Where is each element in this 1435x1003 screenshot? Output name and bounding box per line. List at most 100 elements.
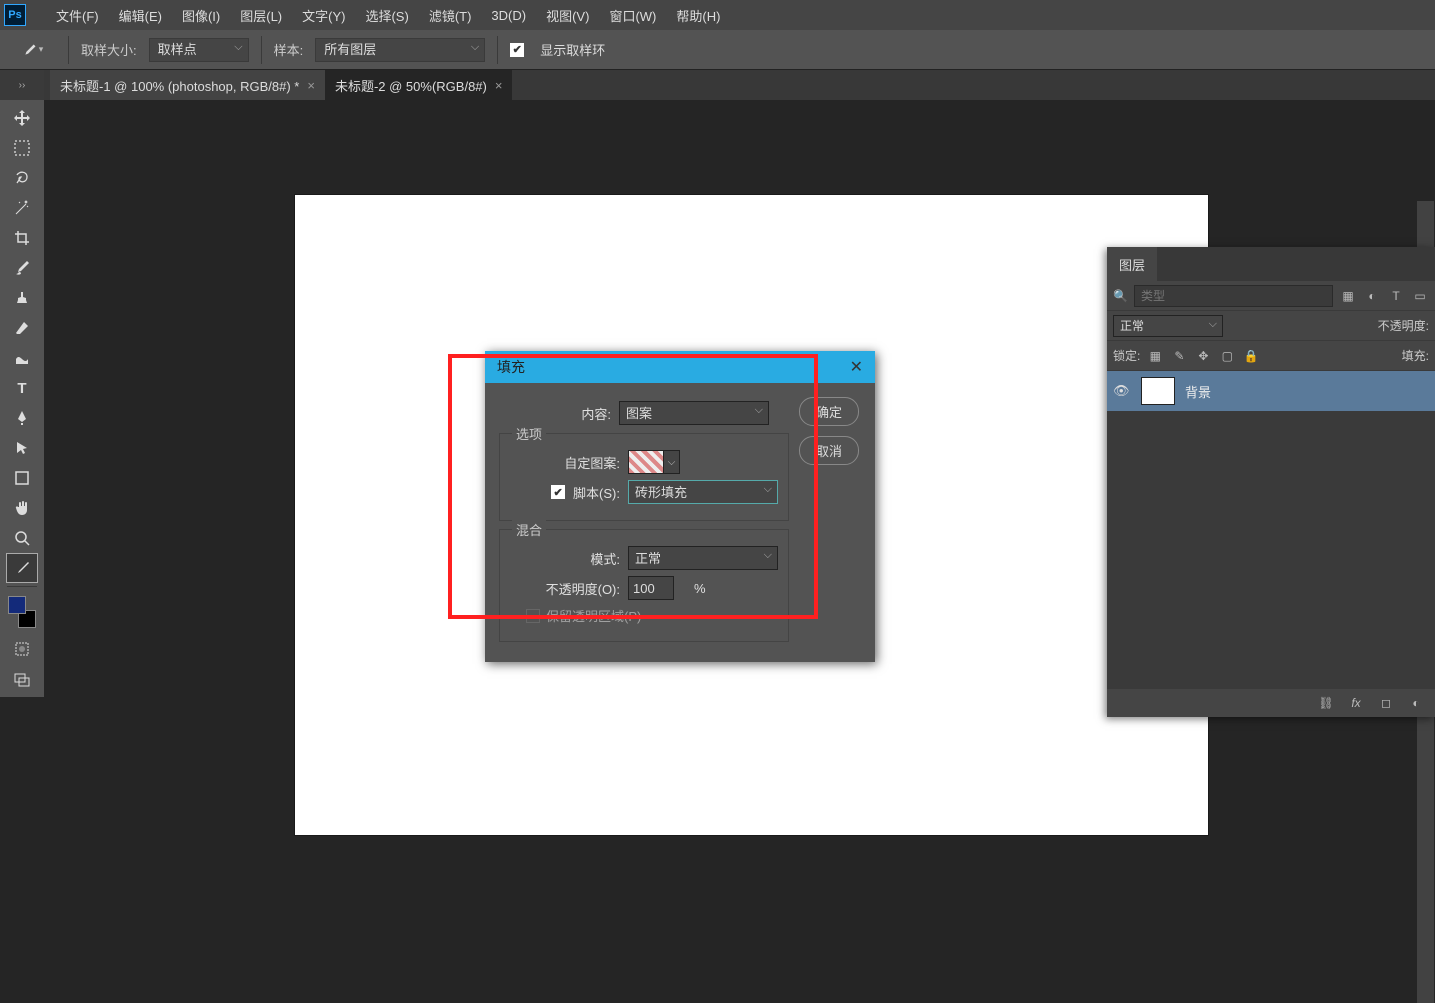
content-select[interactable]: 图案 bbox=[619, 401, 769, 425]
type-tool[interactable]: T bbox=[6, 373, 38, 403]
mode-select[interactable]: 正常 bbox=[628, 546, 778, 570]
layer-name: 背景 bbox=[1185, 382, 1211, 401]
lock-artboard-icon[interactable]: ▢ bbox=[1218, 347, 1236, 365]
fill-opacity-label: 填充: bbox=[1402, 347, 1429, 364]
preserve-transparency-label: 保留透明区域(P) bbox=[546, 606, 641, 625]
app-logo: Ps bbox=[4, 4, 26, 26]
lock-label: 锁定: bbox=[1113, 347, 1140, 364]
layer-list: 👁 背景 bbox=[1107, 371, 1435, 689]
crop-tool[interactable] bbox=[6, 223, 38, 253]
script-label: 脚本(S): bbox=[573, 483, 620, 502]
svg-text:T: T bbox=[17, 380, 26, 397]
path-selection-tool[interactable] bbox=[6, 433, 38, 463]
cancel-button[interactable]: 取消 bbox=[799, 436, 859, 465]
dialog-titlebar[interactable]: 填充 ✕ bbox=[485, 351, 875, 383]
show-ring-checkbox[interactable]: ✔ bbox=[510, 43, 524, 57]
filter-shape-icon[interactable]: ▭ bbox=[1411, 287, 1429, 305]
filter-adjust-icon[interactable]: ◐ bbox=[1363, 287, 1381, 305]
sample-size-label: 取样大小: bbox=[81, 40, 137, 59]
eraser-tool[interactable] bbox=[6, 313, 38, 343]
close-icon[interactable]: × bbox=[307, 78, 315, 93]
document-tab-1[interactable]: 未标题-1 @ 100% (photoshop, RGB/8#) * × bbox=[50, 70, 325, 100]
menu-file[interactable]: 文件(F) bbox=[46, 6, 109, 25]
menu-layer[interactable]: 图层(L) bbox=[230, 6, 292, 25]
pen-tool[interactable] bbox=[6, 403, 38, 433]
options-legend: 选项 bbox=[512, 424, 546, 443]
menu-window[interactable]: 窗口(W) bbox=[599, 6, 666, 25]
preserve-transparency-checkbox bbox=[526, 609, 540, 623]
menu-view[interactable]: 视图(V) bbox=[536, 6, 599, 25]
pattern-swatch[interactable] bbox=[628, 450, 664, 474]
zoom-tool[interactable] bbox=[6, 523, 38, 553]
document-tab-title: 未标题-2 @ 50%(RGB/8#) bbox=[335, 76, 487, 95]
sample-label: 样本: bbox=[274, 40, 304, 59]
close-icon[interactable]: ✕ bbox=[850, 357, 863, 377]
clone-stamp-tool[interactable] bbox=[6, 283, 38, 313]
eyedropper-icon bbox=[19, 39, 41, 61]
script-select[interactable]: 砖形填充 bbox=[628, 480, 778, 504]
lock-all-icon[interactable]: 🔒 bbox=[1242, 347, 1260, 365]
menu-filter[interactable]: 滤镜(T) bbox=[419, 6, 482, 25]
hand-tool[interactable] bbox=[6, 493, 38, 523]
layer-mask-icon[interactable]: ◻ bbox=[1377, 694, 1395, 712]
toolbox: T bbox=[0, 100, 44, 697]
layers-tab[interactable]: 图层 bbox=[1107, 247, 1157, 281]
foreground-color-swatch[interactable] bbox=[8, 596, 26, 614]
opacity-input[interactable] bbox=[628, 576, 674, 600]
layers-panel-footer: ⛓ fx ◻ ◐ bbox=[1107, 689, 1435, 717]
menu-select[interactable]: 选择(S) bbox=[355, 6, 418, 25]
filter-type-icon[interactable]: T bbox=[1387, 287, 1405, 305]
menu-edit[interactable]: 编辑(E) bbox=[109, 6, 172, 25]
current-tool-indicator[interactable]: ▾ bbox=[6, 34, 56, 66]
lock-transparent-icon[interactable]: ▦ bbox=[1146, 347, 1164, 365]
custom-pattern-label: 自定图案: bbox=[508, 453, 628, 472]
ok-button[interactable]: 确定 bbox=[799, 397, 859, 426]
tab-strip: 未标题-1 @ 100% (photoshop, RGB/8#) * × 未标题… bbox=[0, 70, 1435, 100]
filter-image-icon[interactable]: ▦ bbox=[1339, 287, 1357, 305]
document-tab-title: 未标题-1 @ 100% (photoshop, RGB/8#) * bbox=[60, 76, 299, 95]
menu-3d[interactable]: 3D(D) bbox=[481, 8, 536, 23]
shape-tool[interactable] bbox=[6, 463, 38, 493]
screen-mode-tool[interactable] bbox=[6, 664, 38, 694]
menu-image[interactable]: 图像(I) bbox=[172, 6, 230, 25]
lasso-tool[interactable] bbox=[6, 163, 38, 193]
move-tool[interactable] bbox=[6, 103, 38, 133]
brush-tool[interactable] bbox=[6, 253, 38, 283]
layer-fx-icon[interactable]: fx bbox=[1347, 694, 1365, 712]
sample-select[interactable]: 所有图层 bbox=[315, 38, 485, 62]
show-ring-label: 显示取样环 bbox=[540, 40, 605, 59]
blend-mode-select[interactable]: 正常 bbox=[1113, 315, 1223, 337]
document-tab-2[interactable]: 未标题-2 @ 50%(RGB/8#) × bbox=[325, 70, 513, 100]
layer-opacity-label: 不透明度: bbox=[1378, 317, 1429, 334]
menu-help[interactable]: 帮助(H) bbox=[666, 6, 730, 25]
opacity-unit: % bbox=[694, 581, 706, 596]
mode-label: 模式: bbox=[508, 549, 628, 568]
opacity-label: 不透明度(O): bbox=[508, 579, 628, 598]
close-icon[interactable]: × bbox=[495, 78, 503, 93]
layer-filter-input[interactable] bbox=[1134, 285, 1333, 307]
layer-item[interactable]: 👁 背景 bbox=[1107, 371, 1435, 411]
pattern-dropdown-icon[interactable]: ⌵ bbox=[664, 450, 680, 474]
magic-wand-tool[interactable] bbox=[6, 193, 38, 223]
layer-thumbnail[interactable] bbox=[1141, 377, 1175, 405]
script-checkbox[interactable]: ✔ bbox=[551, 485, 565, 499]
layers-panel: 图层 🔍 ▦ ◐ T ▭ 正常 不透明度: 锁定: ▦ ✎ ✥ ▢ 🔒 填充: … bbox=[1107, 247, 1435, 717]
blend-legend: 混合 bbox=[512, 520, 546, 539]
fill-dialog: 填充 ✕ 确定 取消 内容: 图案 选项 自定图案: ⌵ ✔ 脚本(S) bbox=[485, 351, 875, 662]
menu-type[interactable]: 文字(Y) bbox=[292, 6, 355, 25]
adjustment-layer-icon[interactable]: ◐ bbox=[1407, 694, 1425, 712]
link-layers-icon[interactable]: ⛓ bbox=[1317, 694, 1335, 712]
tab-strip-handle[interactable]: ›› bbox=[0, 70, 44, 100]
gradient-tool[interactable] bbox=[6, 343, 38, 373]
lock-position-icon[interactable]: ✥ bbox=[1194, 347, 1212, 365]
content-label: 内容: bbox=[499, 404, 619, 423]
options-bar: ▾ 取样大小: 取样点 样本: 所有图层 ✔ 显示取样环 bbox=[0, 30, 1435, 70]
menu-bar: Ps 文件(F) 编辑(E) 图像(I) 图层(L) 文字(Y) 选择(S) 滤… bbox=[0, 0, 1435, 30]
quick-mask-tool[interactable] bbox=[6, 634, 38, 664]
lock-image-icon[interactable]: ✎ bbox=[1170, 347, 1188, 365]
marquee-tool[interactable] bbox=[6, 133, 38, 163]
sample-size-select[interactable]: 取样点 bbox=[149, 38, 249, 62]
foreground-background-swatch[interactable] bbox=[6, 594, 38, 630]
eyedropper-tool[interactable] bbox=[6, 553, 38, 583]
visibility-icon[interactable]: 👁 bbox=[1113, 383, 1131, 399]
